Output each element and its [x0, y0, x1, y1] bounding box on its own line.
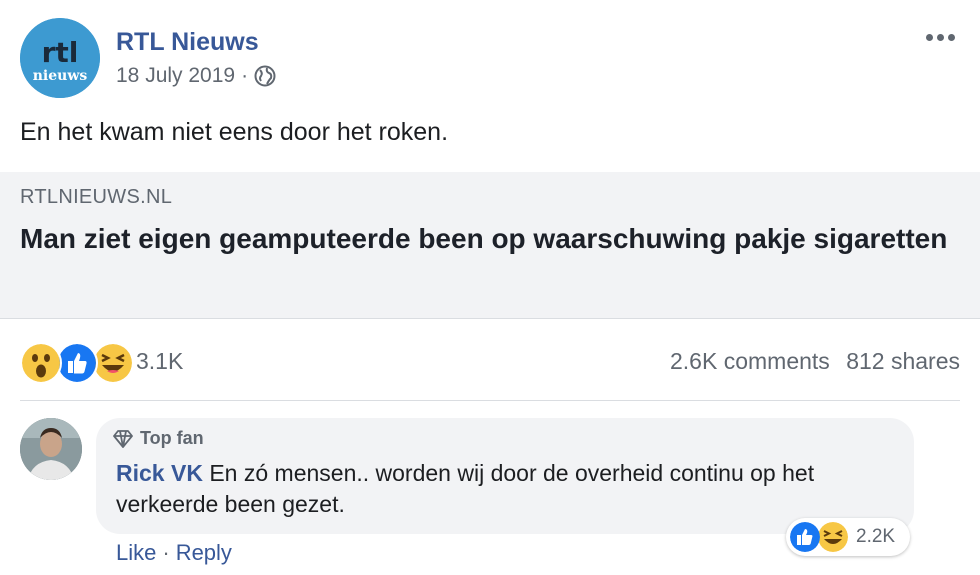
post-date[interactable]: 18 July 2019: [116, 64, 235, 88]
logo-text-top: rtl: [42, 36, 79, 69]
comment-bubble: Top fan Rick VK En zó mensen.. worden wi…: [96, 418, 914, 534]
comment-author[interactable]: Rick VK: [116, 460, 203, 486]
divider: [20, 400, 960, 401]
reaction-count[interactable]: 3.1K: [136, 348, 183, 375]
shares-count[interactable]: 812 shares: [846, 348, 960, 374]
post-stats: 2.6K comments 812 shares: [660, 348, 960, 375]
comment-reaction-count: 2.2K: [856, 526, 896, 547]
avatar-photo: [20, 418, 82, 480]
commenter-avatar[interactable]: [20, 418, 82, 480]
post-text: En het kwam niet eens door het roken.: [20, 118, 449, 146]
link-title[interactable]: Man ziet eigen geamputeerde been op waar…: [20, 220, 950, 258]
badge-label: Top fan: [140, 428, 204, 448]
haha-icon: [92, 342, 134, 384]
more-options-icon[interactable]: [926, 30, 960, 44]
post-meta: 18 July 2019 ·: [116, 64, 276, 88]
top-fan-badge: Top fan: [112, 428, 204, 449]
comment-actions: Like · Reply: [116, 540, 232, 566]
comment-body: En zó mensen.. worden wij door de overhe…: [116, 460, 815, 517]
comment-text: Rick VK En zó mensen.. worden wij door d…: [116, 458, 896, 520]
like-button[interactable]: Like: [116, 540, 156, 565]
link-domain: RTLNIEUWS.NL: [20, 186, 173, 208]
page-avatar[interactable]: rtl nieuws: [20, 18, 100, 98]
comment-reactions[interactable]: 2.2K: [786, 518, 910, 556]
page-name[interactable]: RTL Nieuws: [116, 28, 259, 57]
post-header: rtl nieuws RTL Nieuws 18 July 2019 ·: [20, 18, 960, 98]
action-separator: ·: [162, 540, 170, 565]
globe-icon[interactable]: [254, 65, 276, 87]
wow-icon: [20, 342, 62, 384]
haha-icon: [818, 522, 848, 552]
reaction-icons[interactable]: [20, 342, 140, 384]
link-preview-card[interactable]: RTLNIEUWS.NL Man ziet eigen geamputeerde…: [0, 172, 980, 319]
logo-text-bottom: nieuws: [33, 68, 88, 84]
reactions-bar: 3.1K 2.6K comments 812 shares: [20, 338, 960, 386]
like-icon: [790, 522, 820, 552]
diamond-icon: [113, 429, 133, 448]
meta-separator: ·: [241, 64, 249, 87]
reply-button[interactable]: Reply: [176, 540, 232, 565]
like-icon: [56, 342, 98, 384]
rtl-logo: rtl nieuws: [20, 18, 100, 98]
comments-count[interactable]: 2.6K comments: [670, 348, 830, 374]
